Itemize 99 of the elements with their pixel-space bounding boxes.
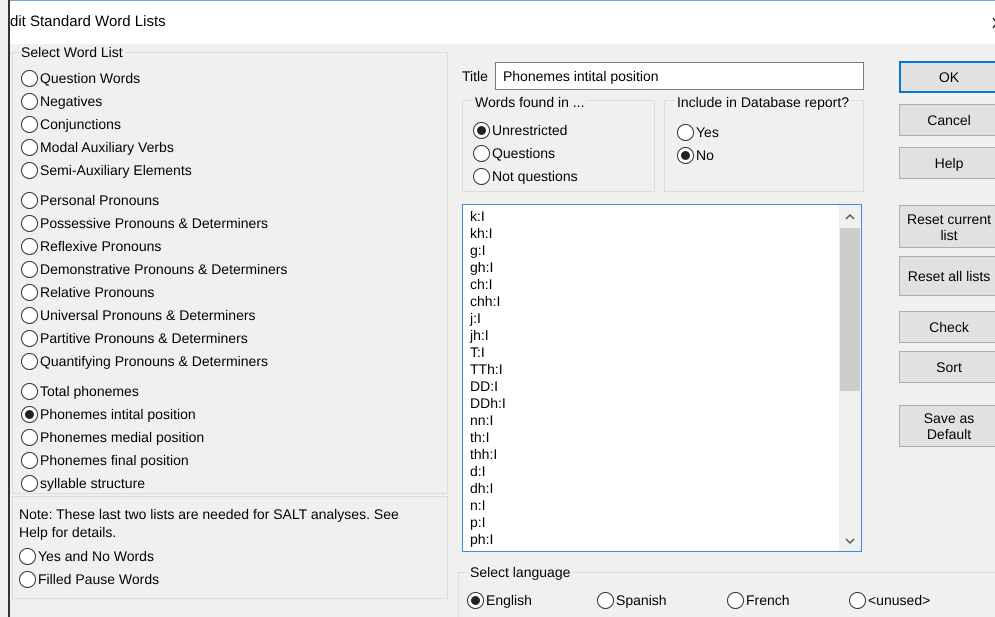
radio-label[interactable]: Negatives (40, 91, 102, 112)
radio-label[interactable]: Total phonemes (40, 381, 139, 402)
dialog-button[interactable]: Cancel (899, 104, 995, 136)
radio-button[interactable] (21, 284, 38, 301)
radio-label[interactable]: Yes (696, 122, 719, 143)
list-item[interactable]: kh:I (470, 225, 493, 242)
radio-button[interactable] (677, 124, 694, 141)
radio-label[interactable]: Question Words (40, 68, 140, 89)
radio-label[interactable]: Relative Pronouns (40, 282, 154, 303)
list-item[interactable]: n:I (470, 497, 486, 514)
radio-label[interactable]: Possessive Pronouns & Determiners (40, 213, 268, 234)
radio-label[interactable]: Reflexive Pronouns (40, 236, 162, 257)
note-text: Note: These last two lists are needed for SALT analyses. See Help for details. (19, 505, 400, 541)
list-item[interactable]: g:I (470, 242, 486, 259)
radio-label[interactable]: Not questions (492, 166, 578, 187)
radio-button[interactable] (19, 548, 36, 565)
radio-button[interactable] (473, 168, 490, 185)
radio-button[interactable] (21, 70, 38, 87)
radio-label[interactable]: English (486, 590, 532, 611)
scroll-thumb[interactable] (840, 228, 860, 391)
group-label: Include in Database report? (675, 94, 851, 110)
radio-label[interactable]: No (696, 145, 714, 166)
dialog-button[interactable]: OK (899, 61, 995, 93)
radio-label[interactable]: Phonemes intital position (40, 404, 196, 425)
radio-button[interactable] (21, 330, 38, 347)
radio-label[interactable]: French (746, 590, 790, 611)
radio-label[interactable]: Yes and No Words (38, 546, 154, 567)
list-item[interactable]: DDh:I (470, 395, 506, 412)
radio-button[interactable] (21, 215, 38, 232)
scrollbar[interactable] (839, 205, 861, 551)
dialog-button[interactable]: Sort (899, 351, 995, 383)
list-item[interactable]: DD:I (470, 378, 498, 395)
dialog-button[interactable]: Reset current list (899, 205, 995, 248)
radio-button[interactable] (473, 145, 490, 162)
radio-button[interactable] (21, 353, 38, 370)
radio-label[interactable]: Universal Pronouns & Determiners (40, 305, 256, 326)
radio-label[interactable]: Partitive Pronouns & Determiners (40, 328, 248, 349)
list-item[interactable]: gh:I (470, 259, 494, 276)
radio-button[interactable] (727, 592, 744, 609)
scroll-down-icon[interactable] (845, 538, 855, 545)
radio-label[interactable]: Unrestricted (492, 120, 568, 141)
radio-button[interactable] (21, 162, 38, 179)
radio-button[interactable] (19, 571, 36, 588)
radio-label[interactable]: Conjunctions (40, 114, 121, 135)
radio-button[interactable] (21, 452, 38, 469)
radio-label[interactable]: Questions (492, 143, 556, 164)
list-item[interactable]: k:I (470, 208, 485, 225)
list-item[interactable]: j:I (470, 310, 481, 327)
dialog-button[interactable]: Help (899, 147, 995, 179)
dialog-button[interactable]: Reset all lists (899, 256, 995, 296)
radio-button[interactable] (21, 116, 38, 133)
radio-button[interactable] (677, 147, 694, 164)
list-item[interactable]: ch:I (470, 276, 493, 293)
scroll-up-icon[interactable] (845, 213, 855, 220)
radio-button[interactable] (21, 475, 38, 492)
radio-button[interactable] (21, 93, 38, 110)
list-item[interactable]: chh:I (470, 293, 500, 310)
radio-button[interactable] (21, 406, 38, 423)
radio-button[interactable] (21, 192, 38, 209)
radio-label[interactable]: Modal Auxiliary Verbs (40, 137, 174, 158)
radio-label[interactable]: Phonemes medial position (40, 427, 204, 448)
list-item[interactable]: T:I (470, 344, 485, 361)
radio-label[interactable]: Semi-Auxiliary Elements (40, 160, 192, 181)
radio-label[interactable]: Spanish (616, 590, 667, 611)
radio-button[interactable] (21, 139, 38, 156)
list-item[interactable]: nn:I (470, 412, 494, 429)
group-label: Select Word List (19, 44, 125, 60)
radio-label[interactable]: syllable structure (40, 473, 146, 494)
word-listbox[interactable]: k:I kh:I g:I gh:I ch:I chh:I j:I jh:I T:I TTh:I DD:I DDh:I nn:I th:I thh:I d:I dh:I n:I p:I ph:I (462, 204, 862, 552)
radio-button[interactable] (467, 592, 484, 609)
list-item[interactable]: jh:I (470, 327, 489, 344)
list-item[interactable]: dh:I (470, 480, 494, 497)
dialog-button[interactable]: Check (899, 311, 995, 343)
radio-button[interactable] (21, 238, 38, 255)
dialog-button[interactable]: Save as Default (899, 405, 995, 447)
list-item[interactable]: d:I (470, 463, 486, 480)
radio-button[interactable] (21, 307, 38, 324)
list-item[interactable]: ph:I (470, 531, 494, 548)
radio-label[interactable]: Personal Pronouns (40, 190, 160, 211)
radio-label[interactable]: Filled Pause Words (38, 569, 160, 590)
list-item[interactable]: thh:I (470, 446, 498, 463)
radio-button[interactable] (849, 592, 866, 609)
radio-label[interactable]: <unused> (868, 590, 930, 611)
radio-label[interactable]: Phonemes final position (40, 450, 189, 471)
list-item[interactable]: TTh:I (470, 361, 503, 378)
radio-label[interactable]: Demonstrative Pronouns & Determiners (40, 259, 288, 280)
radio-button[interactable] (473, 122, 490, 139)
group-label: Select language (468, 564, 572, 580)
window-title: dit Standard Word Lists (10, 12, 166, 32)
radio-button[interactable] (597, 592, 614, 609)
radio-label[interactable]: Quantifying Pronouns & Determiners (40, 351, 268, 372)
title-field[interactable]: Phonemes intital position (494, 62, 864, 90)
radio-button[interactable] (21, 261, 38, 278)
list-item[interactable]: th:I (470, 429, 490, 446)
group-label: Words found in ... (473, 94, 586, 110)
radio-button[interactable] (21, 429, 38, 446)
radio-button[interactable] (21, 383, 38, 400)
title-label: Title (462, 66, 488, 86)
list-item[interactable]: p:I (470, 514, 486, 531)
